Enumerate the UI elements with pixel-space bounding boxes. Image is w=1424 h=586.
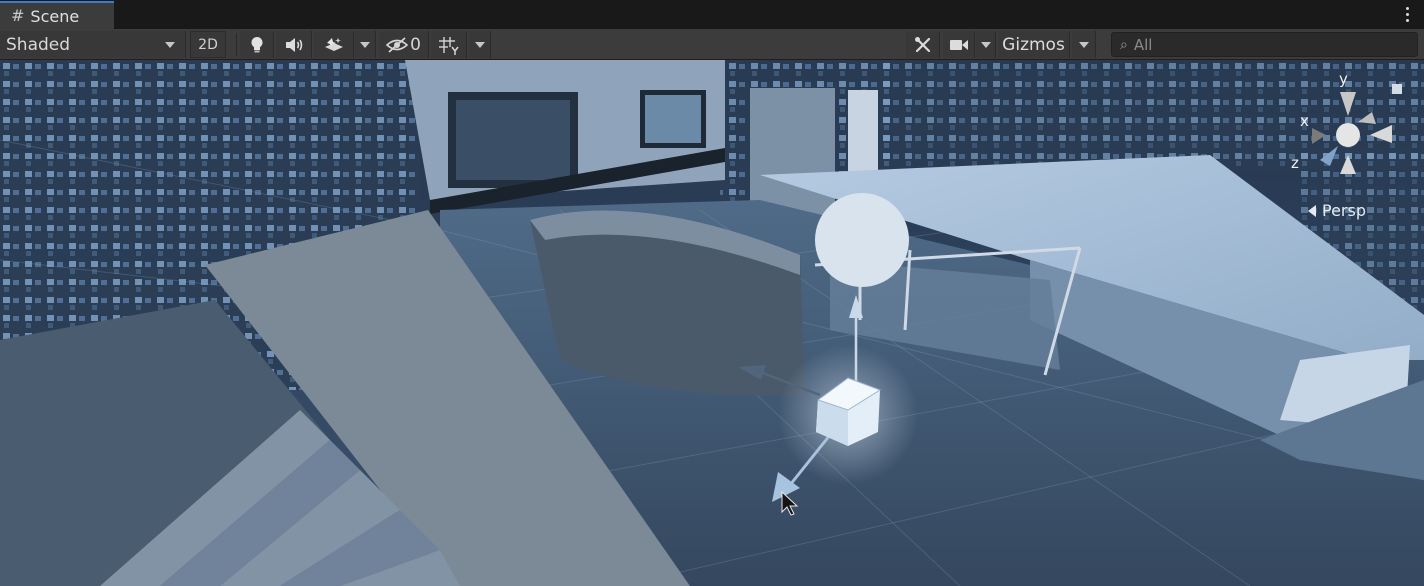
draw-mode-dropdown[interactable]: Shaded (0, 31, 186, 58)
tab-scene[interactable]: # Scene (0, 1, 114, 29)
axis-z-label: z (1291, 154, 1299, 172)
tab-scene-label: Scene (30, 6, 80, 26)
tool-settings-button[interactable] (906, 31, 940, 58)
divider (236, 33, 237, 56)
lightbulb-icon (251, 36, 262, 52)
audio-toggle-button[interactable] (276, 31, 312, 58)
scene-viewport[interactable]: y x z Persp (0, 60, 1424, 586)
eye-slash-icon (386, 36, 409, 53)
gizmos-label: Gizmos (1002, 34, 1065, 55)
chevron-down-icon (980, 41, 991, 48)
scene-search-field[interactable]: ⌕ (1111, 32, 1418, 57)
effects-icon (324, 37, 343, 51)
chevron-down-icon (360, 41, 370, 48)
axis-y-label: y (1339, 70, 1348, 88)
chevron-down-icon (474, 41, 485, 48)
camera-dropdown[interactable] (976, 31, 996, 58)
scene-toolbar: Shaded 2D 0 Gizmos ⌕ All (0, 29, 1424, 60)
lighting-toggle-button[interactable] (240, 31, 274, 58)
scene-render: y x z Persp (0, 60, 1424, 586)
grid-dropdown[interactable] (469, 31, 491, 58)
search-icon: ⌕ (1120, 36, 1128, 53)
kebab-menu-icon[interactable] (1404, 5, 1410, 23)
projection-label[interactable]: Persp (1322, 201, 1366, 220)
scene-visibility-toggle[interactable]: 0 (379, 31, 429, 58)
search-input[interactable] (1131, 34, 1396, 55)
window-tab-bar: # Scene (0, 0, 1424, 30)
grid-toggle-button[interactable] (431, 31, 467, 58)
chevron-down-icon (165, 41, 175, 48)
grid-hash-icon: # (11, 6, 25, 25)
effects-toggle-button[interactable] (314, 31, 354, 58)
effects-dropdown[interactable] (355, 31, 376, 58)
camera-settings-button[interactable] (943, 31, 975, 58)
chevron-down-icon (1078, 41, 1089, 48)
camera-icon (949, 39, 968, 50)
gizmos-dropdown[interactable] (1072, 31, 1096, 58)
gizmos-toggle-button[interactable]: Gizmos (998, 31, 1070, 58)
axis-x-label: x (1300, 112, 1309, 130)
sphere-object (815, 193, 909, 287)
hidden-objects-count: 0 (410, 34, 421, 55)
speaker-icon (285, 37, 302, 52)
grid-snap-icon (438, 36, 459, 55)
tools-icon (914, 36, 930, 52)
toggle-2d-button[interactable]: 2D (190, 31, 226, 58)
draw-mode-label: Shaded (6, 34, 71, 55)
